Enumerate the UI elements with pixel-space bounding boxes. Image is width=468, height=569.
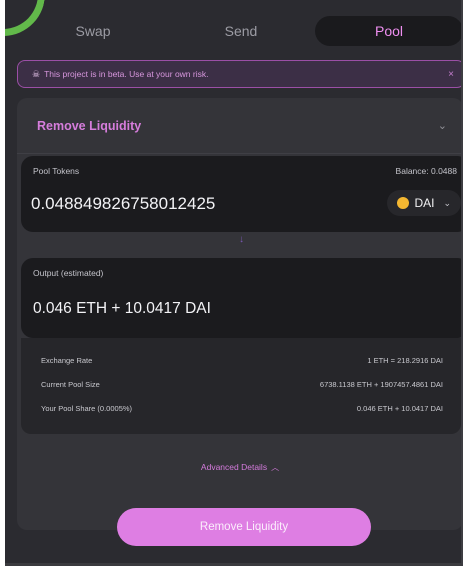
balance-text[interactable]: Balance: 0.0488 [396, 166, 457, 176]
action-dropdown-label: Remove Liquidity [37, 118, 142, 133]
token-select-button[interactable]: DAI ⌄ [387, 190, 461, 216]
pool-tokens-amount-input[interactable] [31, 190, 351, 218]
app-frame: Swap Send Pool ☠ This project is in beta… [5, 0, 463, 566]
output-label: Output (estimated) [33, 268, 104, 278]
detail-label: Current Pool Size [41, 379, 100, 389]
details-box: Exchange Rate 1 ETH = 218.2916 DAI Curre… [21, 338, 461, 434]
detail-row: Your Pool Share (0.0005%) 0.046 ETH + 10… [41, 396, 443, 420]
nav-tabs: Swap Send Pool [19, 16, 461, 46]
dai-coin-icon [397, 197, 410, 209]
chevron-down-icon: ⌄ [443, 197, 451, 208]
detail-label: Exchange Rate [41, 355, 93, 365]
detail-label: Your Pool Share (0.0005%) [41, 403, 133, 413]
detail-value: 0.046 ETH + 10.0417 DAI [356, 403, 443, 413]
pool-tokens-card: Pool Tokens Balance: 0.0488 DAI ⌄ [21, 156, 461, 232]
detail-value: 6738.1138 ETH + 1907457.4861 DAI [319, 379, 443, 389]
chevron-down-icon: ⌄ [437, 120, 447, 132]
skull-icon: ☠ [32, 68, 41, 79]
detail-value: 1 ETH = 218.2916 DAI [367, 355, 443, 365]
tab-swap[interactable]: Swap [19, 16, 167, 46]
advanced-details-toggle[interactable]: Advanced Details ︿ [17, 462, 461, 473]
beta-banner-text: This project is in beta. Use at your own… [44, 69, 209, 79]
chevron-up-icon: ︿ [271, 463, 280, 472]
detail-row: Exchange Rate 1 ETH = 218.2916 DAI [41, 348, 443, 372]
tab-pool[interactable]: Pool [315, 16, 461, 46]
action-dropdown[interactable]: Remove Liquidity ⌄ [17, 98, 461, 154]
detail-row: Current Pool Size 6738.1138 ETH + 190745… [41, 372, 443, 396]
beta-banner: ☠ This project is in beta. Use at your o… [17, 60, 461, 88]
pool-tokens-label: Pool Tokens [33, 166, 80, 176]
remove-liquidity-button[interactable]: Remove Liquidity [117, 508, 371, 546]
token-symbol: DAI [414, 196, 435, 210]
pool-panel: Remove Liquidity ⌄ Pool Tokens Balance: … [17, 98, 461, 546]
output-card: Output (estimated) 0.046 ETH + 10.0417 D… [21, 258, 461, 338]
tab-send[interactable]: Send [167, 16, 315, 46]
arrow-down-icon: ↓ [239, 234, 244, 245]
output-value: 0.046 ETH + 10.0417 DAI [33, 300, 211, 317]
advanced-details-label: Advanced Details [200, 462, 268, 472]
close-icon[interactable]: × [448, 69, 454, 80]
